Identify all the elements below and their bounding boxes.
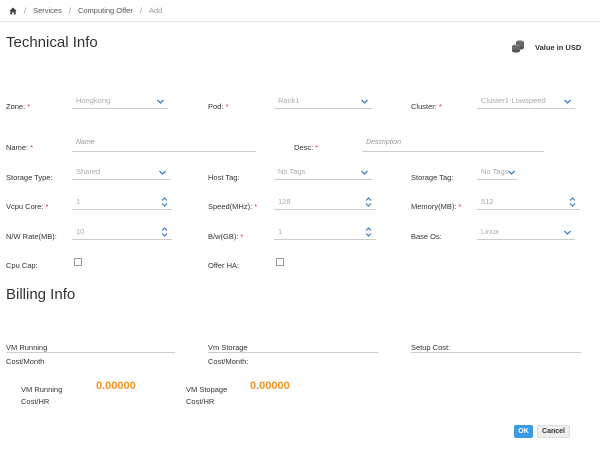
bw-value: 1 xyxy=(278,227,283,236)
breadcrumb-separator: / xyxy=(68,6,71,15)
chevron-down-icon xyxy=(508,170,515,175)
chevron-down-icon xyxy=(361,99,368,104)
desc-label: Desc: * xyxy=(294,143,319,152)
cpu-cap-label: Cpu Cap: xyxy=(6,261,38,270)
nw-rate-value: 10 xyxy=(76,227,85,236)
chevron-down-icon xyxy=(361,170,368,175)
storage-type-value: Shared xyxy=(76,167,101,176)
storage-tag-label: Storage Tag: xyxy=(411,173,454,182)
storage-type-select[interactable]: Shared xyxy=(72,167,170,180)
host-tag-value: No Tags xyxy=(278,167,306,176)
ok-button[interactable]: OK xyxy=(514,425,533,438)
vm-storage-hr-value: 0.00000 xyxy=(250,380,290,392)
spinner-icon[interactable] xyxy=(365,226,372,238)
desc-input[interactable]: Description xyxy=(362,139,544,152)
storage-tag-select[interactable]: No Tags xyxy=(477,167,517,180)
base-os-label: Base Os: xyxy=(411,232,442,241)
setup-cost-input[interactable] xyxy=(411,340,581,353)
speed-label: Speed(MHz): * xyxy=(208,202,258,211)
vm-running-hr-label-line2: Cost/HR xyxy=(21,397,50,406)
spinner-icon[interactable] xyxy=(161,196,168,208)
name-label: Name: * xyxy=(6,143,34,152)
chevron-down-icon xyxy=(564,230,571,235)
zone-select[interactable]: Hongkong xyxy=(72,96,168,109)
cluster-label: Cluster: * xyxy=(411,102,442,111)
vm-running-hr-label-line1: VM Running xyxy=(21,385,63,394)
spinner-icon[interactable] xyxy=(365,196,372,208)
chevron-down-icon xyxy=(564,99,571,104)
breadcrumb-computing-offer[interactable]: Computing Offer xyxy=(78,6,133,15)
zone-label: Zone: * xyxy=(6,102,31,111)
pod-value: Rack1 xyxy=(278,96,300,105)
vm-running-month-input[interactable] xyxy=(6,340,175,353)
breadcrumb-separator: / xyxy=(139,6,142,15)
pod-label: Pod: * xyxy=(208,102,229,111)
home-icon[interactable] xyxy=(9,7,17,15)
breadcrumb-separator: / xyxy=(24,6,27,15)
offer-ha-label: Offer HA: xyxy=(208,261,240,270)
name-input[interactable]: Name xyxy=(72,139,256,152)
vm-storage-month-label-line2: Cost/Month: xyxy=(208,357,249,366)
cluster-select[interactable]: Cluster1-Lowspeed xyxy=(477,96,575,109)
memory-stepper[interactable]: 512 xyxy=(477,197,580,210)
spinner-icon[interactable] xyxy=(161,226,168,238)
bw-stepper[interactable]: 1 xyxy=(274,227,376,240)
memory-label: Memory(MB): * xyxy=(411,202,462,211)
cpu-cap-checkbox[interactable] xyxy=(74,258,82,266)
base-os-value: Linux xyxy=(481,227,499,236)
breadcrumb-services[interactable]: Services xyxy=(33,6,62,15)
storage-type-label: Storage Type: xyxy=(6,173,53,182)
vm-running-month-label-line2: Cost/Month xyxy=(6,357,45,366)
vm-storage-hr-label-line1: VM Stopage xyxy=(186,385,228,394)
zone-value: Hongkong xyxy=(76,96,111,105)
storage-tag-value: No Tags xyxy=(481,167,509,176)
spinner-icon[interactable] xyxy=(569,196,576,208)
cancel-button[interactable]: Cancel xyxy=(537,425,570,438)
coins-icon xyxy=(511,39,525,53)
nw-rate-label: N/W Rate(MB): xyxy=(6,232,57,241)
base-os-select[interactable]: Linux xyxy=(477,227,575,240)
pod-select[interactable]: Rack1 xyxy=(274,96,372,109)
host-tag-select[interactable]: No Tags xyxy=(274,167,372,180)
chevron-down-icon xyxy=(157,99,164,104)
vcpu-core-stepper[interactable]: 1 xyxy=(72,197,172,210)
name-placeholder: Name xyxy=(76,139,95,146)
cluster-value: Cluster1-Lowspeed xyxy=(481,96,546,105)
breadcrumb: / Services / Computing Offer / Add xyxy=(0,0,600,22)
nw-rate-stepper[interactable]: 10 xyxy=(72,227,172,240)
speed-stepper[interactable]: 128 xyxy=(274,197,376,210)
breadcrumb-add: Add xyxy=(148,6,163,15)
offer-ha-checkbox[interactable] xyxy=(276,258,284,266)
value-in-usd-label: Value in USD xyxy=(535,43,582,52)
vm-storage-month-input[interactable] xyxy=(208,340,378,353)
billing-info-title: Billing Info xyxy=(6,286,76,303)
vcpu-core-label: Vcpu Core: * xyxy=(6,202,49,211)
desc-placeholder: Description xyxy=(366,139,402,146)
vcpu-core-value: 1 xyxy=(76,197,81,206)
speed-value: 128 xyxy=(278,197,291,206)
host-tag-label: Host Tag: xyxy=(208,173,240,182)
vm-running-hr-value: 0.00000 xyxy=(96,380,136,392)
vm-storage-hr-label-line2: Cost/HR xyxy=(186,397,215,406)
memory-value: 512 xyxy=(481,197,494,206)
technical-info-title: Technical Info xyxy=(6,34,98,51)
chevron-down-icon xyxy=(159,170,166,175)
bw-label: B/w(GB): * xyxy=(208,232,244,241)
